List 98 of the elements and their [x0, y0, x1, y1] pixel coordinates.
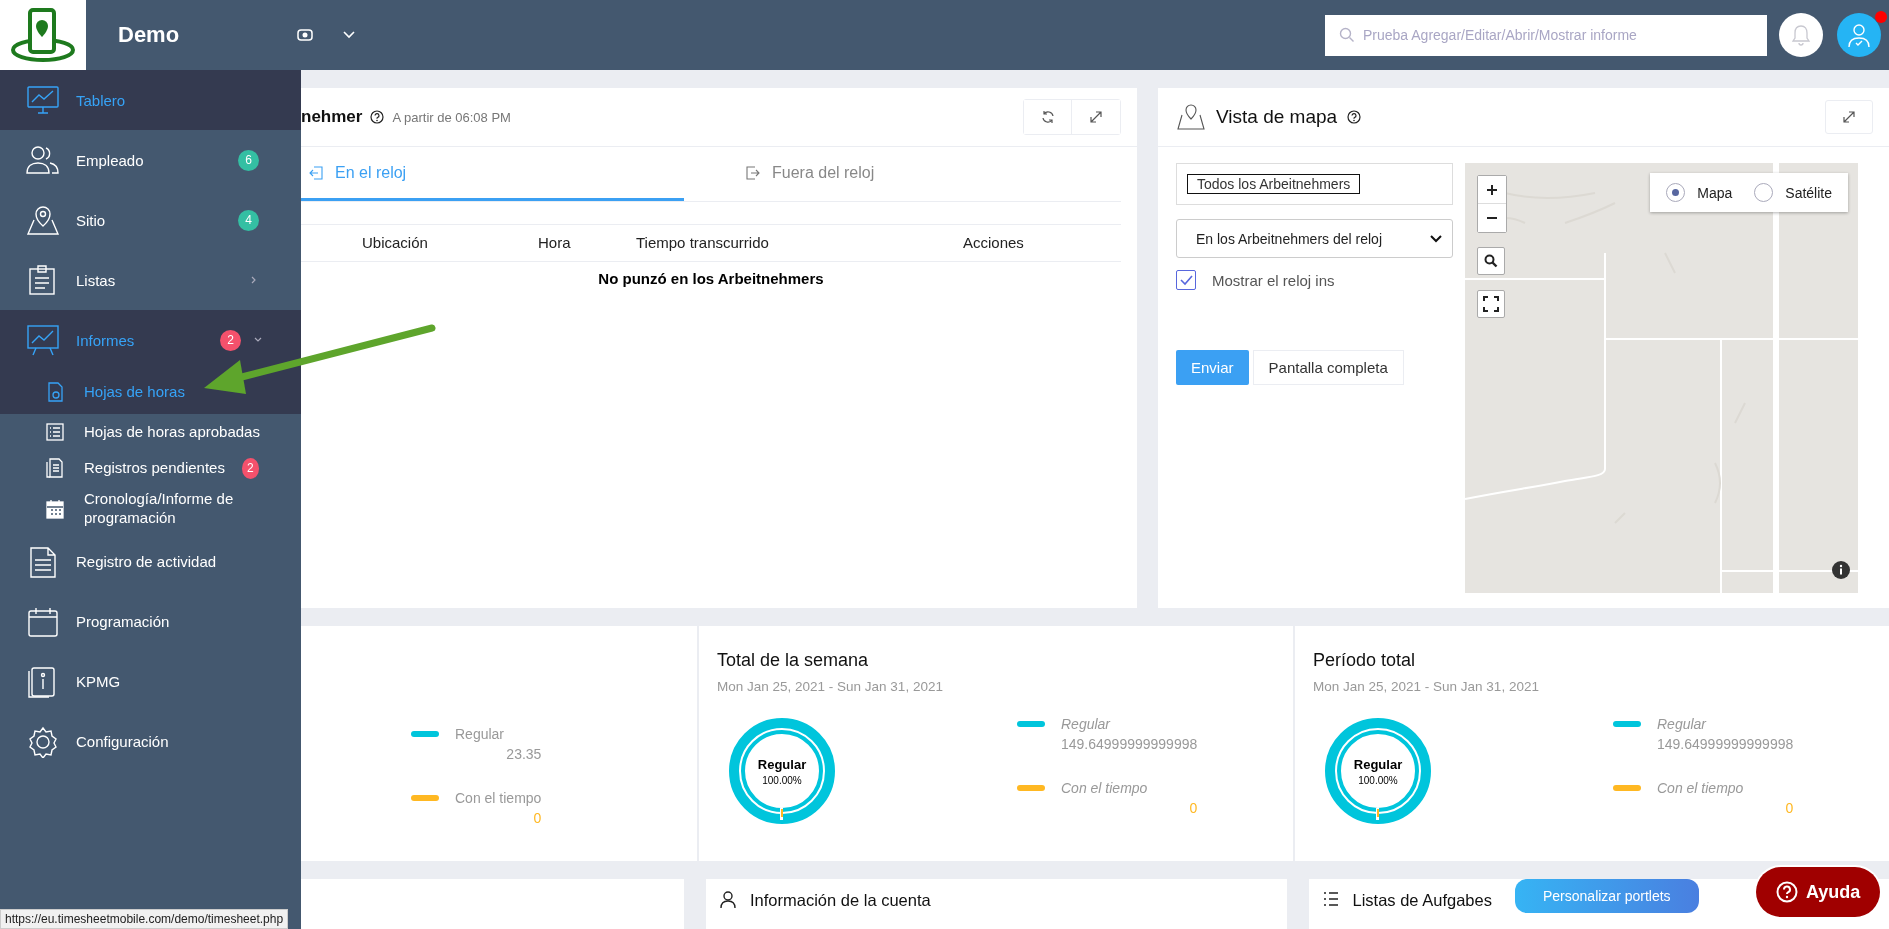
legend-value: 0 [533, 810, 542, 826]
count-badge: 4 [238, 209, 259, 231]
count-badge: 2 [220, 329, 241, 351]
fullscreen-button[interactable] [1477, 290, 1505, 318]
refresh-button[interactable] [1024, 100, 1072, 134]
date-range: Mon Jan 25, 2021 - Sun Jan 31, 2021 [1313, 679, 1540, 694]
sign-out-icon [746, 165, 760, 180]
plus-icon [1486, 183, 1498, 196]
sign-in-icon [309, 165, 323, 180]
filter-tag[interactable]: Todos los Arbeitnehmers [1187, 174, 1361, 194]
legend-label: Con el tiempo [1657, 780, 1744, 796]
chevron-down-icon[interactable] [343, 31, 356, 39]
card-title: Listas de Aufgabes [1352, 891, 1492, 910]
calendar-icon [46, 498, 64, 519]
file-icon [46, 382, 64, 402]
column-header: Hora [538, 234, 571, 251]
help-icon[interactable] [370, 110, 385, 124]
expand-icon [1089, 110, 1103, 124]
column-header: Acciones [963, 234, 1024, 251]
card-title: nehmer [301, 107, 363, 127]
search-field[interactable]: Prueba Agregar/Editar/Abrir/Mostrar informe [1325, 14, 1767, 56]
checklist-icon [46, 422, 64, 442]
column-header: Tiempo transcurrido [636, 234, 769, 251]
count-badge: 6 [238, 149, 259, 171]
map-pin-icon [26, 204, 60, 236]
user-icon [720, 891, 736, 909]
employee-filter-field[interactable]: Todos los Arbeitnehmers [1176, 163, 1453, 205]
refresh-icon [1040, 110, 1055, 124]
list-icon [1322, 891, 1339, 907]
card-title: Total de la semana [717, 650, 870, 671]
sidebar-item[interactable]: Informes 2 [0, 310, 301, 370]
card-title: Período total [1313, 650, 1417, 671]
fullscreen-button[interactable]: Pantalla completa [1252, 350, 1404, 385]
legend-label: Regular [455, 726, 505, 742]
logo-icon [0, 0, 86, 70]
legend-label: Con el tiempo [1061, 780, 1148, 796]
chevron-down-icon [1430, 234, 1442, 243]
user-icon [1847, 22, 1871, 48]
legend-label: Regular [1061, 716, 1111, 732]
bell-icon [1791, 24, 1811, 46]
status-dropdown[interactable]: En los Arbeitnehmers del reloj [1176, 219, 1453, 258]
legend-label: Regular [1657, 716, 1707, 732]
radio-label: Mapa [1697, 184, 1733, 201]
expand-icon [1842, 110, 1856, 124]
search-button[interactable] [1477, 247, 1505, 275]
gear-icon [26, 725, 60, 758]
currency-icon[interactable] [297, 29, 314, 41]
help-icon[interactable] [1347, 110, 1362, 124]
legend-label: Con el tiempo [455, 790, 542, 806]
legend-value: 0 [1189, 800, 1198, 816]
empty-message: No punzó en los Arbeitnehmers [598, 270, 824, 287]
map-pin-icon [1176, 103, 1206, 131]
sidebar-subitem[interactable]: Hojas de horas [0, 370, 301, 414]
help-icon [1776, 881, 1798, 903]
count-badge: 2 [241, 457, 259, 479]
donut-label: Regular [757, 756, 807, 772]
sidebar-item[interactable]: Registro de actividad [0, 531, 301, 592]
sidebar-subitem[interactable]: Cronología/Informe de programación [0, 486, 301, 532]
status-url: https://eu.timesheetmobile.com/demo/timesheet.php [0, 909, 289, 929]
check-icon [1179, 274, 1193, 286]
donut-label: Regular [1353, 756, 1403, 772]
people-icon [26, 144, 60, 176]
info-icon[interactable] [1832, 561, 1850, 579]
card-title: Información de la cuenta [750, 891, 931, 910]
zoom-in-button[interactable] [1478, 176, 1506, 204]
column-header: Ubicación [362, 234, 428, 251]
as-of-time: A partir de 06:08 PM [392, 109, 511, 125]
sidebar-item[interactable]: Empleado 6 [0, 130, 301, 190]
donut-value: 100.00% [1358, 774, 1398, 786]
date-range: Mon Jan 25, 2021 - Sun Jan 31, 2021 [717, 679, 944, 694]
chart-board-icon [26, 324, 60, 356]
donut-value: 100.00% [762, 774, 802, 786]
user-avatar-button[interactable] [1837, 13, 1881, 57]
sidebar-item[interactable]: Configuración [0, 711, 301, 772]
sidebar-item[interactable]: Listas [0, 250, 301, 310]
company-name: Demo [118, 22, 180, 48]
sidebar-subitem[interactable]: Hojas de horas aprobadas [0, 414, 301, 450]
checkbox-label: Mostrar el reloj ins [1212, 271, 1335, 289]
sidebar-item[interactable]: Tablero [0, 70, 301, 130]
notification-button[interactable] [1779, 13, 1823, 57]
monitor-chart-icon [26, 84, 60, 116]
help-button[interactable]: Ayuda [1756, 867, 1881, 917]
card-title: Vista de mapa [1216, 106, 1338, 128]
checkbox[interactable] [1176, 270, 1196, 290]
search-icon [1484, 254, 1498, 268]
radio-label: Satélite [1785, 184, 1832, 201]
calendar-icon [26, 605, 60, 638]
sidebar-subitem[interactable]: Registros pendientes 2 [0, 450, 301, 486]
sidebar-item[interactable]: KPMG [0, 651, 301, 712]
sidebar-item[interactable]: Programación [0, 591, 301, 652]
search-icon [1339, 26, 1355, 43]
legend-value: 149.64999999999998 [1657, 736, 1794, 752]
legend-value: 0 [1785, 800, 1794, 816]
sidebar-item[interactable]: Sitio 4 [0, 190, 301, 250]
fullscreen-icon [1483, 296, 1499, 312]
legend-value: 149.64999999999998 [1061, 736, 1198, 752]
legend-value: 23.35 [506, 746, 542, 762]
document-icon [46, 458, 64, 478]
